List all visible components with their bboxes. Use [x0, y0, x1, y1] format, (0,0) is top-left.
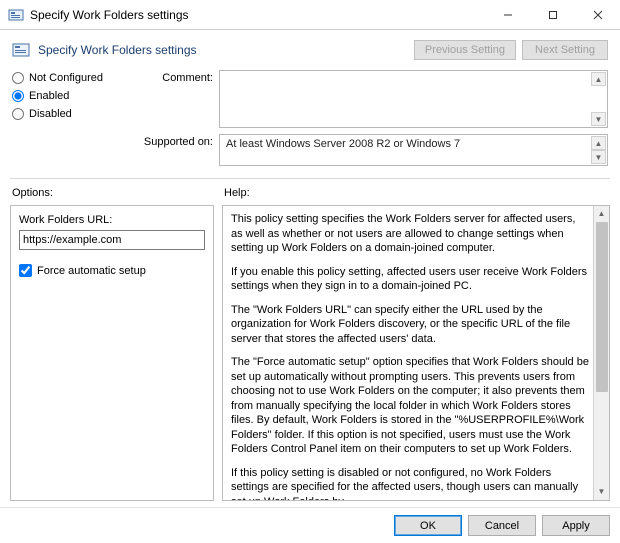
dialog-buttons: OK Cancel Apply: [0, 507, 620, 543]
help-paragraph-5: If this policy setting is disabled or no…: [231, 466, 589, 501]
policy-icon: [12, 41, 30, 59]
close-button[interactable]: [575, 0, 620, 29]
radio-not-configured[interactable]: Not Configured: [12, 72, 137, 84]
previous-setting-button[interactable]: Previous Setting: [414, 40, 516, 60]
comment-label: Comment:: [137, 70, 219, 128]
window-controls: [485, 0, 620, 29]
ok-button[interactable]: OK: [394, 515, 462, 536]
url-label: Work Folders URL:: [19, 214, 205, 226]
radio-disabled-input[interactable]: [12, 108, 24, 120]
help-scroll-down[interactable]: ▼: [594, 484, 609, 500]
comment-scroll-down[interactable]: ▼: [591, 112, 606, 126]
help-paragraph-1: This policy setting specifies the Work F…: [231, 212, 589, 256]
config-section: Not Configured Enabled Disabled Comment:…: [0, 68, 620, 174]
supported-scroll-down[interactable]: ▼: [591, 150, 606, 164]
config-right: Comment: ▲ ▼ Supported on: At least Wind…: [137, 70, 608, 172]
supported-label: Supported on:: [137, 134, 219, 166]
header: Specify Work Folders settings Previous S…: [0, 30, 620, 68]
options-label: Options:: [12, 187, 224, 199]
maximize-button[interactable]: [530, 0, 575, 29]
radio-enabled[interactable]: Enabled: [12, 90, 137, 102]
app-icon: [8, 7, 24, 23]
minimize-button[interactable]: [485, 0, 530, 29]
section-labels: Options: Help:: [0, 183, 620, 201]
help-paragraph-4: The "Force automatic setup" option speci…: [231, 355, 589, 457]
help-scroll-thumb[interactable]: [596, 222, 608, 392]
work-folders-url-input[interactable]: [19, 230, 205, 250]
radio-enabled-label: Enabled: [29, 90, 69, 102]
force-automatic-setup-checkbox[interactable]: [19, 264, 32, 277]
supported-scroll-up[interactable]: ▲: [591, 136, 606, 150]
help-scrollbar[interactable]: ▲ ▼: [593, 206, 609, 500]
next-setting-button[interactable]: Next Setting: [522, 40, 608, 60]
supported-textbox: At least Windows Server 2008 R2 or Windo…: [219, 134, 608, 166]
content-area: Work Folders URL: Force automatic setup …: [0, 201, 620, 507]
comment-scroll-up[interactable]: ▲: [591, 72, 606, 86]
help-label: Help:: [224, 187, 250, 199]
radio-not-configured-input[interactable]: [12, 72, 24, 84]
supported-value: At least Windows Server 2008 R2 or Windo…: [226, 138, 460, 150]
force-automatic-setup-label: Force automatic setup: [37, 265, 146, 277]
radio-not-configured-label: Not Configured: [29, 72, 103, 84]
help-paragraph-3: The "Work Folders URL" can specify eithe…: [231, 303, 589, 347]
help-scroll-up[interactable]: ▲: [594, 206, 609, 222]
radio-enabled-input[interactable]: [12, 90, 24, 102]
radio-disabled-label: Disabled: [29, 108, 72, 120]
help-paragraph-2: If you enable this policy setting, affec…: [231, 265, 589, 294]
comment-row: Comment: ▲ ▼: [137, 70, 608, 128]
comment-textarea[interactable]: ▲ ▼: [219, 70, 608, 128]
help-panel: This policy setting specifies the Work F…: [222, 205, 610, 501]
supported-row: Supported on: At least Windows Server 20…: [137, 134, 608, 166]
divider: [10, 178, 610, 179]
apply-button[interactable]: Apply: [542, 515, 610, 536]
window-titlebar: Specify Work Folders settings: [0, 0, 620, 30]
radio-disabled[interactable]: Disabled: [12, 108, 137, 120]
options-panel: Work Folders URL: Force automatic setup: [10, 205, 214, 501]
header-title: Specify Work Folders settings: [38, 43, 408, 57]
window-title: Specify Work Folders settings: [30, 8, 485, 22]
state-radio-group: Not Configured Enabled Disabled: [12, 70, 137, 172]
cancel-button[interactable]: Cancel: [468, 515, 536, 536]
force-automatic-setup-row[interactable]: Force automatic setup: [19, 264, 205, 277]
